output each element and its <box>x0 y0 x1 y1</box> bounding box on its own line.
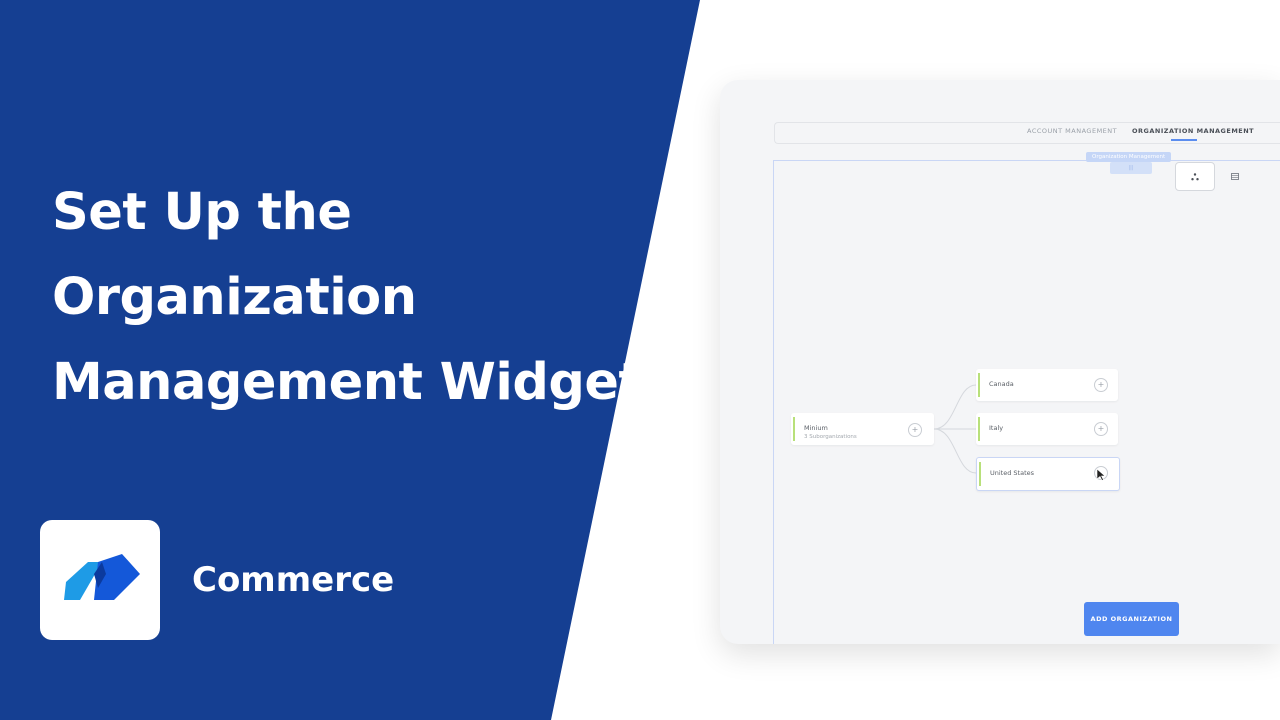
brand-name: Commerce <box>192 560 395 600</box>
add-suborg-button[interactable]: + <box>1094 422 1108 436</box>
add-organization-button[interactable]: ADD ORGANIZATION <box>1084 602 1179 636</box>
page-title: Set Up the Organization Management Widge… <box>52 170 652 425</box>
org-node-name: United States <box>990 469 1035 477</box>
screenshot-card: ACCOUNT MANAGEMENT ORGANIZATION MANAGEME… <box>720 80 1280 644</box>
org-node-name: Canada <box>989 380 1014 388</box>
commerce-logo-icon <box>64 554 140 600</box>
org-node-name: Italy <box>989 424 1004 432</box>
add-suborg-button[interactable]: + <box>1094 378 1108 392</box>
title-line-1: Set Up the <box>52 183 352 242</box>
node-accent-bar <box>979 462 981 486</box>
org-node-name: Minium <box>804 424 828 432</box>
org-node-canada[interactable]: Canada + <box>976 369 1118 401</box>
title-line-3: Management Widget <box>52 353 643 412</box>
org-node-united-states[interactable]: United States <box>976 457 1120 491</box>
mouse-cursor-icon <box>1097 469 1106 481</box>
tree-connectors <box>933 384 977 474</box>
node-accent-bar <box>978 417 980 441</box>
title-line-2: Organization <box>52 268 417 327</box>
add-suborg-button[interactable]: + <box>908 423 922 437</box>
brand-logo <box>40 520 160 640</box>
org-node-root[interactable]: Minium 3 Suborganizations + <box>791 413 934 445</box>
org-node-suborg-count: 3 Suborganizations <box>804 434 857 440</box>
node-accent-bar <box>978 373 980 397</box>
org-node-italy[interactable]: Italy + <box>976 413 1118 445</box>
node-accent-bar <box>793 417 795 441</box>
